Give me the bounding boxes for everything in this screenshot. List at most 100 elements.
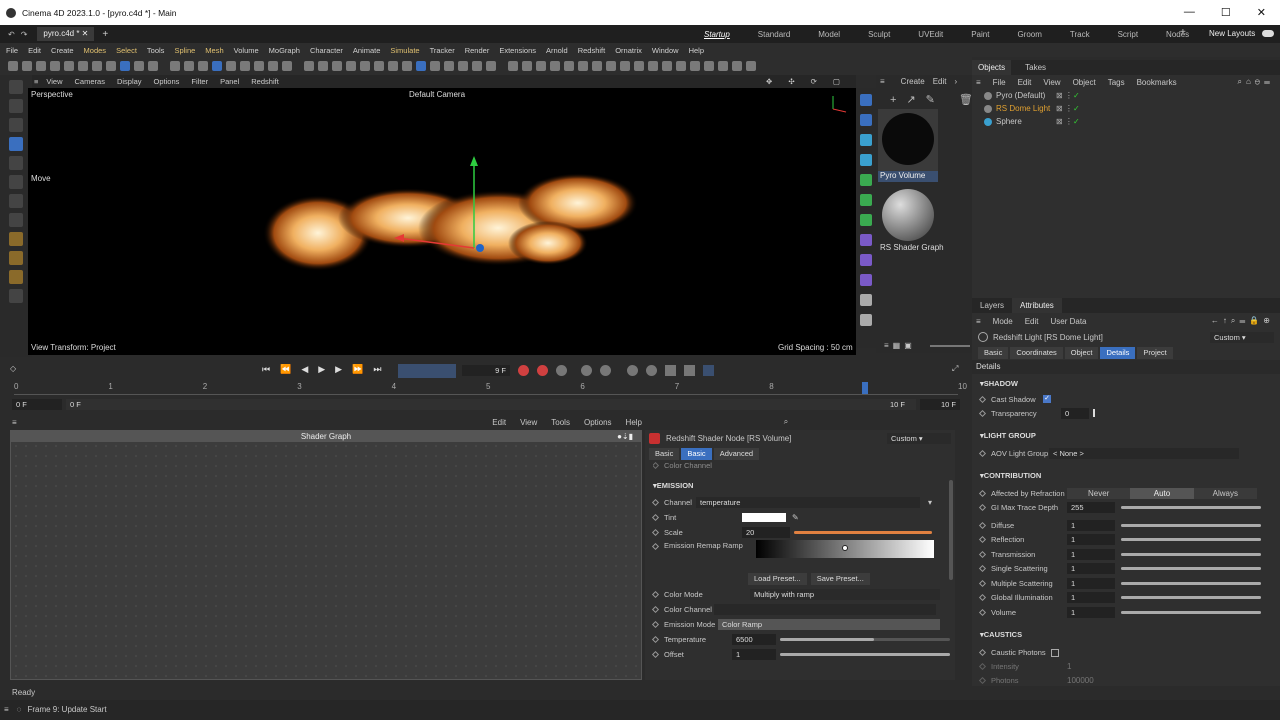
box-icon[interactable] bbox=[860, 134, 872, 146]
attr-subtab-details[interactable]: Details bbox=[1100, 346, 1136, 359]
toolbar-tool-icon[interactable] bbox=[388, 61, 398, 71]
viewport-menu-panel[interactable]: Panel bbox=[220, 77, 239, 86]
node-tab-advanced[interactable]: Advanced bbox=[713, 447, 760, 460]
tab-attributes[interactable]: Attributes bbox=[1012, 298, 1062, 313]
keyframe-icon[interactable] bbox=[978, 648, 987, 657]
temperature-slider[interactable] bbox=[780, 638, 950, 641]
trash-icon[interactable]: 🗑 bbox=[959, 93, 973, 106]
menu-tracker[interactable]: Tracker bbox=[430, 46, 455, 55]
live-select-icon[interactable] bbox=[9, 118, 23, 132]
tab-objects[interactable]: Objects bbox=[972, 60, 1012, 75]
contribution-field[interactable]: 1 bbox=[1067, 519, 1115, 531]
loop-mode-icons[interactable] bbox=[398, 364, 456, 378]
attr-subtab-basic[interactable]: Basic bbox=[978, 346, 1009, 359]
toolbar-tool-icon[interactable] bbox=[332, 61, 342, 71]
toolbar-tool-icon[interactable] bbox=[64, 61, 74, 71]
cast-shadow-checkbox[interactable]: ✓ bbox=[1043, 395, 1051, 403]
object-name[interactable]: RS Dome Light bbox=[996, 104, 1056, 113]
attr-subtab-coordinates[interactable]: Coordinates bbox=[1010, 346, 1063, 359]
contribution-field[interactable]: 1 bbox=[1067, 548, 1115, 560]
scale-field[interactable]: 20 bbox=[742, 527, 790, 538]
minimize-icon[interactable]: — bbox=[1184, 6, 1195, 19]
toolbar-tool-icon[interactable] bbox=[458, 61, 468, 71]
contribution-slider[interactable] bbox=[1121, 610, 1261, 614]
layout-tab-sculpt[interactable]: Sculpt bbox=[868, 30, 890, 39]
objects-menu-file[interactable]: File bbox=[993, 78, 1006, 87]
toolbar-tool-icon[interactable] bbox=[360, 61, 370, 71]
menu-window[interactable]: Window bbox=[652, 46, 679, 55]
toolbar-tool-icon[interactable] bbox=[690, 61, 700, 71]
shader-menu-tools[interactable]: Tools bbox=[551, 418, 570, 427]
eyedropper-icon[interactable]: ✎ bbox=[926, 93, 935, 106]
hamburger-icon[interactable]: ≡ bbox=[34, 77, 38, 86]
material-thumb-pyro[interactable] bbox=[878, 109, 938, 171]
attr-menu-userdata[interactable]: User Data bbox=[1050, 317, 1086, 326]
cube-icon[interactable] bbox=[860, 114, 872, 126]
axis-icon[interactable] bbox=[9, 194, 23, 208]
keyframe-icon[interactable] bbox=[978, 449, 987, 457]
maximize-view-icon[interactable]: ▢ bbox=[833, 77, 840, 86]
current-frame-field[interactable]: 9 F bbox=[462, 365, 510, 376]
keyframe-icon[interactable] bbox=[978, 489, 987, 497]
toolbar-tool-icon[interactable] bbox=[8, 61, 18, 71]
hamburger-icon[interactable]: ≡ bbox=[12, 418, 17, 427]
attr-menu-mode[interactable]: Mode bbox=[993, 317, 1013, 326]
record-position-icon[interactable] bbox=[600, 365, 611, 376]
contribution-slider[interactable] bbox=[1121, 567, 1261, 571]
transparency-slider[interactable] bbox=[1093, 409, 1095, 417]
viewport-menu-filter[interactable]: Filter bbox=[191, 77, 208, 86]
attr-subtab-object[interactable]: Object bbox=[1064, 346, 1099, 359]
menu-spline[interactable]: Spline bbox=[174, 46, 195, 55]
tint-color-swatch[interactable] bbox=[742, 513, 786, 522]
timeline-ruler[interactable]: 012345678910 bbox=[14, 382, 967, 398]
new-layouts-button[interactable]: New Layouts bbox=[1209, 29, 1255, 38]
node-tab-basic-2[interactable]: Basic bbox=[681, 447, 712, 460]
layout-tab-startup[interactable]: Startup bbox=[704, 30, 730, 39]
keyframe-icon[interactable] bbox=[651, 590, 660, 599]
color-channel-field[interactable] bbox=[714, 604, 936, 615]
nav-icons[interactable]: ←↑⌕☰🔒⊕ bbox=[1211, 316, 1280, 326]
keyframe-icon[interactable] bbox=[978, 395, 987, 403]
cloner-icon[interactable] bbox=[860, 194, 872, 206]
keyframe-icon[interactable] bbox=[651, 650, 660, 659]
temperature-field[interactable]: 6500 bbox=[732, 634, 776, 645]
visibility-icon[interactable]: ⊠ ⋮ bbox=[1056, 91, 1073, 100]
toolbar-tool-icon[interactable] bbox=[134, 61, 144, 71]
contribution-field[interactable]: 1 bbox=[1067, 563, 1115, 575]
shader-menu-options[interactable]: Options bbox=[584, 418, 612, 427]
tab-layers[interactable]: Layers bbox=[972, 298, 1012, 313]
preview-range-end[interactable]: 10 F bbox=[886, 399, 916, 410]
toolbar-tool-icon[interactable] bbox=[606, 61, 616, 71]
max-frame-field[interactable]: 10 F bbox=[920, 399, 960, 410]
contribution-slider[interactable] bbox=[1121, 552, 1261, 556]
menu-simulate[interactable]: Simulate bbox=[390, 46, 419, 55]
toolbar-tool-icon[interactable] bbox=[120, 61, 130, 71]
viewport-menu-redshift[interactable]: Redshift bbox=[251, 77, 279, 86]
keyframe-icon[interactable] bbox=[978, 503, 987, 511]
object-row[interactable]: RS Dome Light ⊠ ⋮ ✓ bbox=[984, 102, 1280, 115]
toolbar-tool-icon[interactable] bbox=[634, 61, 644, 71]
load-preset-button[interactable]: Load Preset... bbox=[748, 572, 807, 585]
toolbar-tool-icon[interactable] bbox=[346, 61, 356, 71]
floor-icon[interactable] bbox=[860, 314, 872, 326]
layout-tab-model[interactable]: Model bbox=[818, 30, 840, 39]
material-label-shader[interactable]: RS Shader Graph bbox=[878, 243, 948, 254]
camera-icon[interactable] bbox=[860, 254, 872, 266]
toolbar-tool-icon[interactable] bbox=[662, 61, 672, 71]
toolbar-tool-icon[interactable] bbox=[402, 61, 412, 71]
contribution-field[interactable]: 1 bbox=[1067, 534, 1115, 546]
keyframe-icon[interactable] bbox=[978, 550, 987, 558]
add-icon[interactable]: + bbox=[890, 94, 896, 106]
object-name[interactable]: Pyro (Default) bbox=[996, 91, 1056, 100]
keyframe-icon[interactable] bbox=[978, 536, 987, 544]
menu-render[interactable]: Render bbox=[465, 46, 490, 55]
preset-dropdown[interactable]: Custom ▾ bbox=[1210, 331, 1274, 343]
material-label-pyro[interactable]: Pyro Volume bbox=[878, 171, 938, 182]
goto-end-icon[interactable]: ⏭ bbox=[373, 364, 381, 375]
attr-menu-edit[interactable]: Edit bbox=[1025, 317, 1039, 326]
contribution-slider[interactable] bbox=[1121, 538, 1261, 542]
keyframe-icon[interactable] bbox=[978, 565, 987, 573]
toolbar-tool-icon[interactable] bbox=[746, 61, 756, 71]
objects-menu-object[interactable]: Object bbox=[1073, 78, 1096, 87]
object-row[interactable]: Pyro (Default) ⊠ ⋮ ✓ bbox=[984, 89, 1280, 102]
